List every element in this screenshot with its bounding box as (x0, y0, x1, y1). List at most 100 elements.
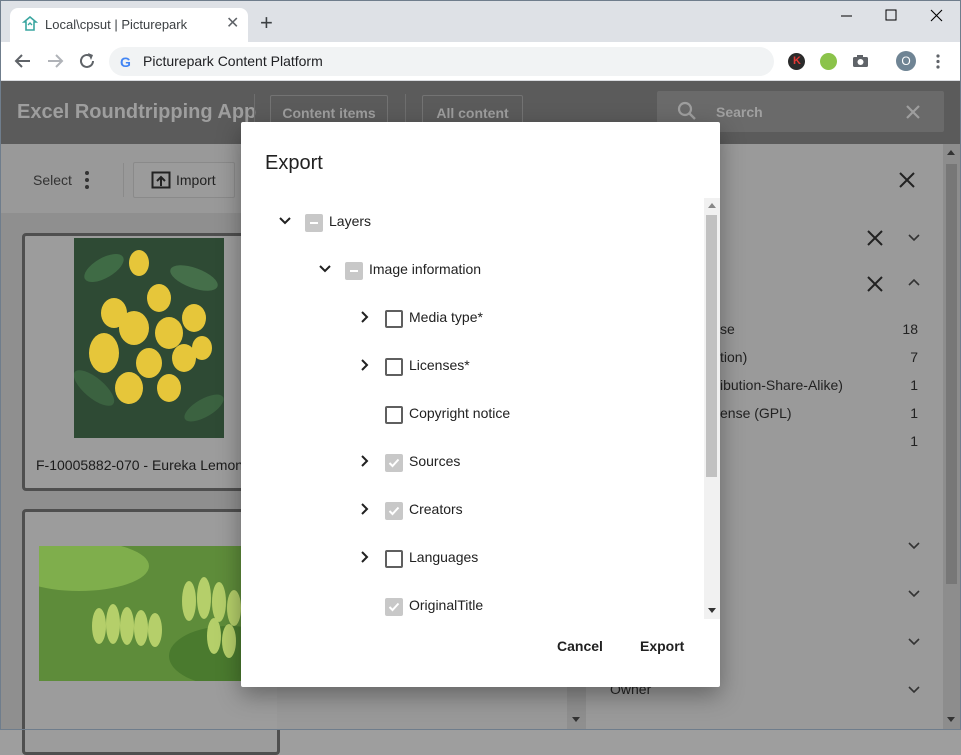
tree-scrollbar-thumb[interactable] (706, 215, 717, 477)
chevron-down-icon[interactable] (908, 685, 920, 695)
tree-scrollbar[interactable] (704, 198, 720, 619)
filter-option-label[interactable]: se (720, 321, 735, 337)
select-label[interactable]: Select (33, 172, 72, 188)
browser-tab[interactable]: Local\cpsut | Picturepark ✕ (10, 8, 248, 42)
camera-icon[interactable] (852, 53, 869, 70)
address-bar[interactable]: G Picturepark Content Platform (109, 47, 774, 76)
tree-node-licenses[interactable]: Licenses* (241, 342, 681, 390)
select-menu-icon[interactable] (80, 170, 94, 190)
chevron-right-icon[interactable] (358, 550, 372, 564)
tree-node-languages[interactable]: Languages (241, 534, 681, 582)
card-caption: F-10005882-070 - Eureka Lemons (36, 457, 251, 473)
page-scrollbar-thumb[interactable] (946, 164, 957, 584)
tree-node-layers[interactable]: Layers (241, 198, 681, 246)
filter-option-label[interactable]: tion) (720, 349, 747, 365)
actionbar-divider (123, 163, 124, 197)
checkbox-indeterminate[interactable] (345, 262, 363, 280)
browser-menu-icon[interactable] (930, 53, 946, 70)
checkmark-icon (388, 506, 400, 516)
dialog-title: Export (265, 152, 323, 174)
maximize-icon[interactable] (879, 8, 903, 24)
filter-option-count: 18 (902, 321, 918, 337)
filter-option-count: 1 (910, 405, 918, 421)
extension-k-icon[interactable]: K (788, 53, 805, 70)
chevron-down-icon[interactable] (318, 262, 332, 276)
tab-close-icon[interactable]: ✕ (226, 15, 239, 33)
checkbox[interactable] (385, 310, 403, 328)
cancel-button[interactable]: Cancel (557, 638, 603, 654)
filter-option-count: 1 (910, 377, 918, 393)
export-button[interactable]: Export (640, 638, 684, 654)
clear-filter-icon[interactable] (867, 276, 883, 292)
checkbox-checked[interactable] (385, 502, 403, 520)
clear-search-icon[interactable] (905, 104, 921, 120)
checkmark-icon (388, 458, 400, 468)
profile-initial: O (901, 54, 911, 68)
tree-node-original-title[interactable]: OriginalTitle (241, 582, 681, 619)
tree-node-copyright-notice[interactable]: Copyright notice (241, 390, 681, 438)
tree-node-label: Media type* (409, 309, 483, 325)
tree-node-image-information[interactable]: Image information (241, 246, 681, 294)
export-field-tree: Layers Image information Media type* Lic… (241, 198, 704, 619)
back-arrow-icon[interactable] (12, 50, 34, 72)
tree-scroll-up-icon[interactable] (707, 201, 717, 211)
tree-node-label: Creators (409, 501, 463, 517)
checkbox[interactable] (385, 550, 403, 568)
picturepark-logo-icon (22, 16, 38, 31)
clear-filter-icon[interactable] (867, 230, 883, 246)
tree-scroll-down-icon[interactable] (707, 605, 717, 615)
app-title: Excel Roundtripping App (17, 101, 257, 123)
export-dialog: Export Layers Image information Media ty… (241, 122, 720, 687)
checkbox-checked[interactable] (385, 454, 403, 472)
profile-avatar[interactable]: O (896, 51, 916, 71)
extension-android-icon[interactable] (820, 53, 837, 70)
chevron-down-icon[interactable] (908, 637, 920, 647)
import-button[interactable]: Import (133, 162, 235, 198)
checkbox[interactable] (385, 406, 403, 424)
browser-toolbar: G Picturepark Content Platform K O (0, 42, 961, 81)
address-text: Picturepark Content Platform (143, 53, 323, 69)
scroll-down-icon[interactable] (946, 714, 956, 724)
close-panel-icon[interactable] (899, 172, 915, 188)
chevron-down-icon[interactable] (908, 233, 920, 243)
reload-icon[interactable] (76, 50, 98, 72)
tree-node-creators[interactable]: Creators (241, 486, 681, 534)
search-icon (677, 101, 696, 120)
page-scrollbar[interactable] (943, 144, 960, 730)
lemons-thumbnail (74, 238, 224, 438)
checkbox-indeterminate[interactable] (305, 214, 323, 232)
import-icon (151, 171, 171, 189)
filter-option-count: 7 (910, 349, 918, 365)
list-scroll-down-icon[interactable] (571, 714, 581, 724)
google-g-icon: G (120, 54, 131, 70)
checkbox-checked[interactable] (385, 598, 403, 616)
chevron-right-icon[interactable] (358, 454, 372, 468)
tree-node-label: Licenses* (409, 357, 470, 373)
chevron-right-icon[interactable] (358, 310, 372, 324)
tree-node-media-type[interactable]: Media type* (241, 294, 681, 342)
chevron-right-icon[interactable] (358, 502, 372, 516)
tree-node-label: Sources (409, 453, 461, 469)
tree-node-label: Languages (409, 549, 479, 565)
tree-node-label: OriginalTitle (409, 597, 484, 613)
minimize-icon[interactable] (835, 8, 859, 24)
chevron-down-icon[interactable] (908, 589, 920, 599)
filter-option-label[interactable]: ense (GPL) (720, 405, 792, 421)
forward-arrow-icon[interactable] (44, 50, 66, 72)
tab-title: Local\cpsut | Picturepark (45, 17, 188, 32)
chevron-right-icon[interactable] (358, 358, 372, 372)
browser-tabstrip: Local\cpsut | Picturepark ✕ + (0, 0, 961, 42)
filter-option-label[interactable]: ibution-Share-Alike) (720, 377, 843, 393)
filter-option-count: 1 (910, 433, 918, 449)
checkmark-icon (388, 602, 400, 612)
checkbox[interactable] (385, 358, 403, 376)
new-tab-button[interactable]: + (260, 12, 273, 34)
window-close-icon[interactable] (925, 8, 949, 24)
tree-node-label: Copyright notice (409, 405, 511, 421)
scroll-up-icon[interactable] (946, 148, 956, 158)
search-placeholder: Search (716, 104, 763, 120)
chevron-up-icon[interactable] (908, 277, 920, 287)
chevron-down-icon[interactable] (278, 214, 292, 228)
tree-node-sources[interactable]: Sources (241, 438, 681, 486)
chevron-down-icon[interactable] (908, 541, 920, 551)
